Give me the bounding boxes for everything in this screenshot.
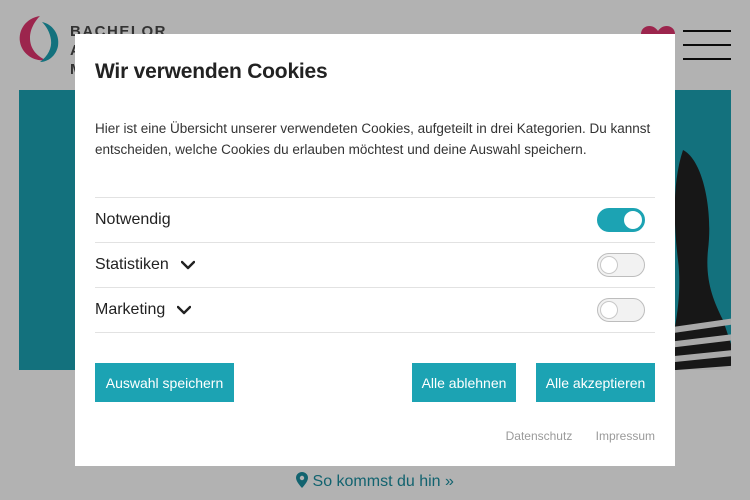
save-selection-button[interactable]: Auswahl speichern <box>95 363 234 402</box>
imprint-link[interactable]: Impressum <box>596 429 655 443</box>
dialog-title: Wir verwenden Cookies <box>95 60 328 83</box>
privacy-link[interactable]: Datenschutz <box>506 429 573 443</box>
chevron-down-icon[interactable] <box>177 305 192 315</box>
category-label: Marketing <box>95 301 166 318</box>
category-label: Statistiken <box>95 256 169 273</box>
cookie-category-list: Notwendig Statistiken Marketing <box>95 197 655 333</box>
toggle-notwendig[interactable] <box>597 208 645 232</box>
chevron-down-icon[interactable] <box>180 260 195 270</box>
category-row-marketing[interactable]: Marketing <box>95 288 655 333</box>
category-label: Notwendig <box>95 211 171 228</box>
dialog-description: Hier ist eine Übersicht unserer verwende… <box>95 121 651 157</box>
reject-all-button[interactable]: Alle ablehnen <box>412 363 516 402</box>
footer-links: Datenschutz Impressum <box>486 429 655 443</box>
category-row-statistiken[interactable]: Statistiken <box>95 243 655 288</box>
cookie-consent-dialog: Wir verwenden Cookies Hier ist eine Über… <box>75 34 675 466</box>
toggle-marketing[interactable] <box>597 298 645 322</box>
toggle-statistiken[interactable] <box>597 253 645 277</box>
category-row-notwendig: Notwendig <box>95 198 655 243</box>
accept-all-button[interactable]: Alle akzeptieren <box>536 363 655 402</box>
